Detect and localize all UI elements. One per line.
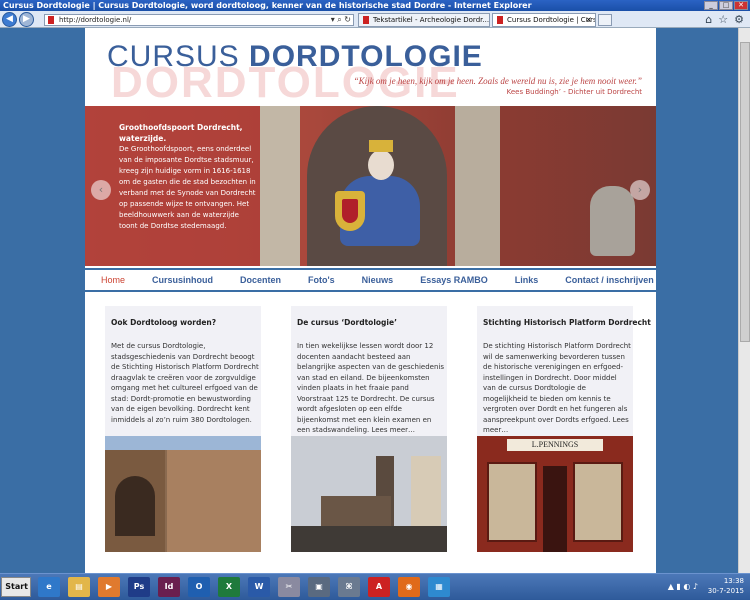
start-button[interactable]: Start (1, 577, 31, 597)
acrobat-icon[interactable]: A (368, 577, 390, 597)
address-text: http://dordtologie.nl/ (59, 16, 132, 24)
address-tools-icon[interactable]: ▾ ⌕ ↻ (331, 15, 351, 25)
new-tab-button[interactable] (598, 14, 612, 26)
site-logo[interactable]: CURSUS DORDTOLOGIE (107, 40, 483, 74)
tab-archeologie[interactable]: Tekstartikel - Archeologie Dordr... (358, 13, 490, 27)
menu-home[interactable]: Home (101, 270, 125, 290)
outlook-icon[interactable]: O (188, 577, 210, 597)
web-page: DORDTOLOGIE CURSUS DORDTOLOGIE “Kijk om … (85, 28, 656, 573)
window-titlebar: Cursus Dordtologie | Cursus Dordtologie,… (0, 0, 750, 11)
menu-nieuws[interactable]: Nieuws (362, 270, 394, 290)
tab-label: Cursus Dordtologie | Cursus ... (507, 16, 595, 24)
info-card-1: Ook Dordtoloog worden? Met de cursus Dor… (105, 306, 261, 552)
card-photo-shopfront[interactable]: L.PENNINGS (477, 436, 633, 552)
window-title: Cursus Dordtologie | Cursus Dordtologie,… (3, 1, 532, 10)
hero-stone-column (455, 106, 500, 266)
card-text: De stichting Historisch Platform Dordrec… (483, 342, 631, 434)
internet-explorer-icon[interactable]: e (38, 577, 60, 597)
address-bar[interactable]: http://dordtologie.nl/ ▾ ⌕ ↻ (44, 14, 354, 26)
favorites-star-icon[interactable]: ☆ (718, 13, 728, 26)
info-card-2: De cursus ‘Dordtologie’ In tien wekelijk… (291, 306, 447, 552)
browser-right-icons: ⌂ ☆ ⚙ (705, 13, 744, 26)
tab-dordtologie[interactable]: Cursus Dordtologie | Cursus ... × (492, 13, 596, 27)
menu-fotos[interactable]: Foto's (308, 270, 335, 290)
hero-slider: Groothoofdspoort Dordrecht, waterzijde. … (85, 106, 656, 266)
stone-bust (590, 186, 635, 256)
hero-stone-column (260, 106, 300, 266)
indesign-icon[interactable]: Id (158, 577, 180, 597)
menu-essays[interactable]: Essays RAMBO (420, 270, 488, 290)
hero-caption: Groothoofdspoort Dordrecht, waterzijde. … (119, 122, 259, 232)
media-player-icon[interactable]: ▶ (98, 577, 120, 597)
app-icon[interactable]: ▣ (308, 577, 330, 597)
slider-next-icon[interactable]: › (630, 180, 650, 200)
browser-toolbar: ◀ ▶ http://dordtologie.nl/ ▾ ⌕ ↻ Tekstar… (0, 11, 750, 28)
home-icon[interactable]: ⌂ (705, 13, 712, 26)
shop-sign: L.PENNINGS (507, 439, 603, 451)
card-text: Met de cursus Dordtologie, stadsgeschied… (111, 342, 259, 424)
logo-light-text: CURSUS (107, 40, 240, 73)
browser-viewport: DORDTOLOGIE CURSUS DORDTOLOGIE “Kijk om … (0, 28, 750, 573)
forward-button[interactable]: ▶ (19, 12, 34, 27)
card-title: Stichting Historisch Platform Dordrecht (483, 318, 651, 327)
windows-taskbar: Start e ▤ ▶ Ps Id O X W ✂ ▣ ⌘ A ◉ ▦ ▲ ▮ … (0, 573, 750, 600)
menu-links[interactable]: Links (515, 270, 539, 290)
settings-gear-icon[interactable]: ⚙ (734, 13, 744, 26)
card-photo-street[interactable] (105, 436, 261, 552)
window-controls: _ □ ✕ (704, 1, 748, 10)
card-photo-skyline[interactable] (291, 436, 447, 552)
tab-label: Tekstartikel - Archeologie Dordr... (373, 16, 490, 24)
clock-date: 30-7-2015 (707, 587, 744, 595)
quote-author: Kees Buddingh’ - Dichter uit Dordrecht (506, 88, 642, 96)
statue-head (368, 150, 394, 180)
maximize-button[interactable]: □ (719, 1, 733, 10)
clock-time: 13:38 (723, 577, 744, 585)
slider-prev-icon[interactable]: ‹ (91, 180, 111, 200)
excel-icon[interactable]: X (218, 577, 240, 597)
site-header: DORDTOLOGIE CURSUS DORDTOLOGIE “Kijk om … (85, 28, 656, 106)
header-quote: “Kijk om je heen, kijk om je heen. Zoals… (353, 76, 642, 86)
photoshop-icon[interactable]: Ps (128, 577, 150, 597)
card-title: De cursus ‘Dordtologie’ (297, 318, 397, 327)
back-button[interactable]: ◀ (2, 12, 17, 27)
firefox-icon[interactable]: ◉ (398, 577, 420, 597)
coat-of-arms (335, 191, 365, 231)
system-clock[interactable]: 13:38 30-7-2015 (708, 576, 744, 596)
vertical-scrollbar[interactable] (738, 28, 750, 573)
info-card-3: Stichting Historisch Platform Dordrecht … (477, 306, 651, 552)
app-icon[interactable]: ▦ (428, 577, 450, 597)
tab-favicon-icon (497, 16, 503, 24)
hero-caption-text: De Groothoofdspoort, eens onderdeel van … (119, 145, 256, 230)
menu-contact[interactable]: Contact / inschrijven (565, 270, 654, 290)
hero-caption-title: Groothoofdspoort Dordrecht, waterzijde. (119, 123, 243, 143)
network-app-icon[interactable]: ⌘ (338, 577, 360, 597)
statue-crown (369, 140, 393, 152)
menu-cursusinhoud[interactable]: Cursusinhoud (152, 270, 213, 290)
card-title: Ook Dordtoloog worden? (111, 318, 217, 327)
logo-bold-text: DORDTOLOGIE (249, 40, 483, 73)
minimize-button[interactable]: _ (704, 1, 718, 10)
close-window-button[interactable]: ✕ (734, 1, 748, 10)
scrollbar-thumb[interactable] (740, 42, 750, 342)
tab-favicon-icon (363, 16, 369, 24)
word-icon[interactable]: W (248, 577, 270, 597)
card-text: In tien wekelijkse lessen wordt door 12 … (297, 342, 444, 434)
system-tray-icons[interactable]: ▲ ▮ ◐ ♪ (668, 582, 698, 591)
snipping-tool-icon[interactable]: ✂ (278, 577, 300, 597)
file-explorer-icon[interactable]: ▤ (68, 577, 90, 597)
close-tab-icon[interactable]: × (585, 14, 592, 26)
menu-docenten[interactable]: Docenten (240, 270, 281, 290)
site-favicon-icon (48, 16, 54, 24)
main-menu: Home Cursusinhoud Docenten Foto's Nieuws… (85, 268, 656, 292)
